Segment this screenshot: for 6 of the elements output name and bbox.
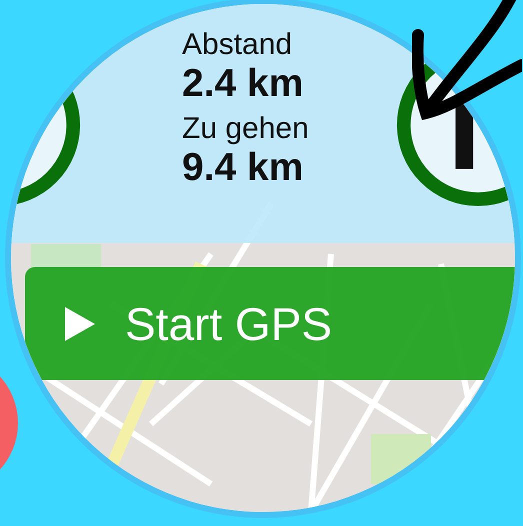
stat-label: Abstand: [182, 28, 294, 62]
stat-value: 9.4 km: [182, 146, 304, 190]
start-gps-button[interactable]: Start GPS: [25, 267, 515, 380]
stat-label: Zu gehen: [182, 112, 309, 146]
play-icon: [65, 306, 95, 340]
stat-value: 2.4 km: [182, 62, 304, 106]
